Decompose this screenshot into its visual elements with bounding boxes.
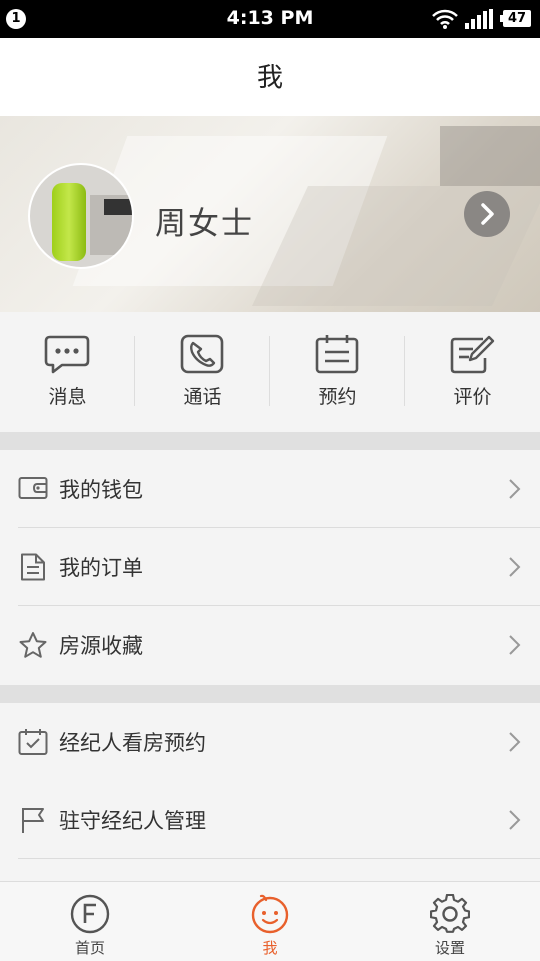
quick-action-review[interactable]: 评价 bbox=[405, 312, 540, 432]
menu-item-label: 房源收藏 bbox=[59, 634, 143, 658]
edit-icon bbox=[450, 335, 495, 374]
quick-action-message[interactable]: 消息 bbox=[0, 312, 135, 432]
profile-header[interactable]: 周女士 bbox=[0, 116, 540, 312]
gear-icon bbox=[430, 894, 470, 933]
menu-item-orders[interactable]: 我的订单 bbox=[0, 528, 540, 606]
chevron-right-icon bbox=[509, 810, 521, 830]
tab-label: 设置 bbox=[434, 939, 465, 957]
divider bbox=[18, 858, 540, 859]
chevron-right-icon bbox=[509, 557, 521, 577]
phone-icon bbox=[180, 334, 224, 374]
quick-action-call[interactable]: 通话 bbox=[135, 312, 270, 432]
chevron-right-icon bbox=[509, 732, 521, 752]
menu-item-label: 我的钱包 bbox=[59, 478, 143, 502]
quick-action-label: 通话 bbox=[183, 386, 222, 408]
signal-icon bbox=[465, 9, 493, 29]
tab-me[interactable]: 我 bbox=[180, 882, 360, 961]
menu-item-agent-management[interactable]: 驻守经纪人管理 bbox=[0, 781, 540, 859]
menu-item-label: 驻守经纪人管理 bbox=[59, 809, 206, 833]
menu-item-favorites[interactable]: 房源收藏 bbox=[0, 606, 540, 684]
menu-item-wallet[interactable]: 我的钱包 bbox=[0, 450, 540, 528]
tab-home[interactable]: 首页 bbox=[0, 882, 180, 961]
quick-action-label: 预约 bbox=[318, 386, 357, 408]
star-icon bbox=[19, 632, 47, 658]
section-divider bbox=[0, 432, 540, 450]
wifi-icon bbox=[432, 9, 458, 29]
bottom-tab-bar: 首页 我 设置 bbox=[0, 881, 540, 961]
quick-action-label: 消息 bbox=[48, 386, 87, 408]
flag-icon bbox=[22, 808, 44, 833]
avatar-photo bbox=[52, 183, 86, 261]
chevron-right-icon bbox=[481, 203, 494, 225]
calendar-check-icon bbox=[18, 729, 48, 755]
quick-actions: 消息 通话 预约 评价 bbox=[0, 312, 540, 432]
chevron-right-icon bbox=[509, 479, 521, 499]
tab-label: 首页 bbox=[74, 939, 105, 957]
background-decoration bbox=[440, 126, 540, 186]
calendar-icon bbox=[315, 335, 359, 374]
document-icon bbox=[21, 553, 45, 581]
quick-action-appointment[interactable]: 预约 bbox=[270, 312, 405, 432]
status-time: 4:13 PM bbox=[226, 7, 314, 29]
tab-settings[interactable]: 设置 bbox=[360, 882, 540, 961]
profile-detail-button[interactable] bbox=[464, 191, 510, 237]
menu-item-label: 经纪人看房预约 bbox=[59, 731, 206, 755]
avatar-background bbox=[104, 199, 132, 215]
home-f-icon bbox=[70, 894, 110, 934]
wallet-icon bbox=[18, 477, 48, 499]
avatar[interactable] bbox=[28, 163, 134, 269]
page-title: 我 bbox=[0, 38, 540, 116]
section-divider bbox=[0, 685, 540, 703]
message-icon bbox=[44, 335, 90, 374]
chevron-right-icon bbox=[509, 635, 521, 655]
menu-item-agent-appointment[interactable]: 经纪人看房预约 bbox=[0, 703, 540, 781]
tab-label: 我 bbox=[262, 939, 278, 957]
battery-indicator: 47 bbox=[500, 10, 531, 27]
smiley-icon bbox=[251, 894, 289, 934]
quick-action-label: 评价 bbox=[453, 386, 492, 408]
status-bar: 1 4:13 PM 47 bbox=[0, 0, 540, 38]
user-name: 周女士 bbox=[155, 206, 254, 242]
menu-item-label: 我的订单 bbox=[59, 556, 143, 580]
